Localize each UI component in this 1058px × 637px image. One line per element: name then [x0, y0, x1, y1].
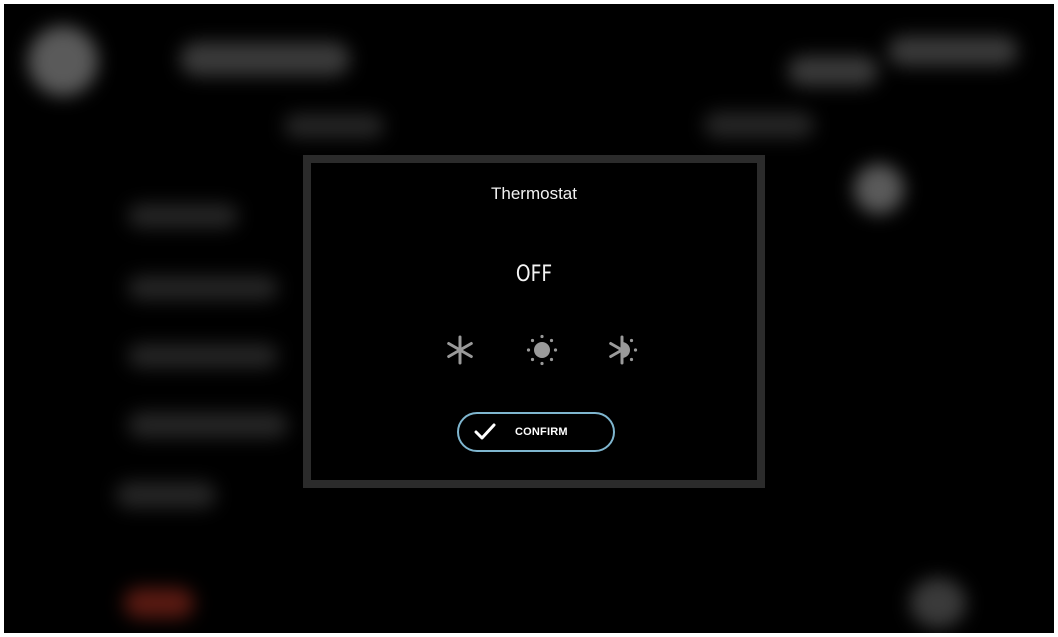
heat-mode-button[interactable]: [522, 330, 562, 370]
mode-value: OFF: [515, 262, 553, 287]
bg-tab-left: [284, 114, 384, 138]
bg-avatar: [28, 26, 98, 96]
auto-mode-icon: [609, 335, 638, 365]
bg-row-5: [116, 482, 216, 508]
bg-row-4: [128, 412, 288, 438]
bg-red-button: [124, 588, 194, 618]
snowflake-icon: [447, 335, 473, 365]
dialog-title: Thermostat: [491, 184, 577, 203]
sun-icon: [526, 334, 558, 366]
bg-tab-right: [704, 112, 814, 138]
bg-header-right-a: [788, 56, 878, 86]
auto-mode-button[interactable]: [602, 330, 642, 370]
checkmark-icon: [473, 422, 497, 442]
bg-row-2: [128, 276, 278, 300]
bg-corner-button: [910, 578, 966, 628]
screen: Thermostat OFF CONFIRM: [4, 4, 1054, 633]
thermostat-dialog: Thermostat OFF CONFIRM: [303, 155, 765, 488]
cool-mode-button[interactable]: [440, 330, 480, 370]
bg-header-title: [180, 42, 350, 76]
confirm-button[interactable]: CONFIRM: [457, 412, 615, 452]
bg-row-1: [128, 204, 238, 228]
confirm-label: CONFIRM: [515, 426, 568, 438]
bg-header-right-b: [888, 36, 1018, 66]
bg-row-3: [128, 344, 278, 368]
bg-side-button: [854, 164, 904, 214]
